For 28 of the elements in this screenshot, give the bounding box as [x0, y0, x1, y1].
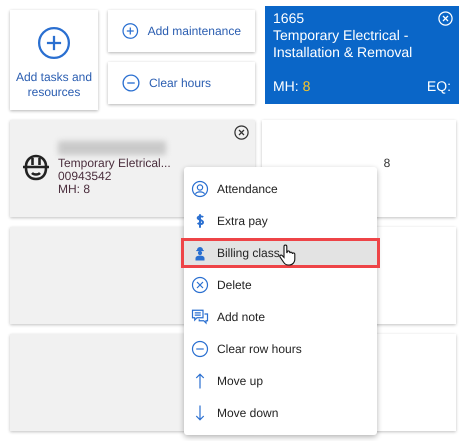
task-name: Temporary Eletrical... — [58, 157, 171, 170]
add-tasks-button[interactable]: Add tasks and resources — [10, 10, 98, 110]
task-title: Temporary Electrical - Installation & Removal — [273, 27, 414, 61]
menu-item[interactable]: Add note — [184, 302, 377, 332]
menu-item[interactable]: Move down — [184, 398, 377, 428]
menu-item[interactable]: Move up — [184, 366, 377, 396]
menu-item[interactable]: Extra pay — [184, 206, 377, 236]
resource-id: 00943542 — [58, 170, 112, 183]
add-maintenance-button[interactable]: Add maintenance — [108, 10, 255, 52]
eq-label: EQ: — [426, 78, 451, 94]
close-circle-icon — [191, 276, 209, 294]
minus-circle-icon — [122, 74, 140, 92]
menu-item[interactable]: Delete — [184, 270, 377, 300]
user-circle-icon — [191, 180, 209, 198]
minus-circle-icon — [191, 340, 209, 358]
menu-item[interactable]: Attendance — [184, 174, 377, 204]
plus-circle-icon — [122, 22, 139, 40]
hand-cursor-icon — [278, 244, 298, 266]
menu-item[interactable]: Clear row hours — [184, 334, 377, 364]
clear-hours-button[interactable]: Clear hours — [108, 62, 255, 104]
mh-label: MH: 8 — [273, 78, 310, 94]
plus-circle-icon — [37, 26, 71, 60]
close-icon[interactable] — [234, 125, 249, 140]
menu-item[interactable]: Billing class — [181, 238, 380, 268]
chat-icon — [191, 308, 209, 326]
task-number: 1665 — [273, 10, 304, 27]
man-hours: MH: 8 — [58, 183, 92, 196]
hours-value: 8 — [384, 156, 390, 170]
